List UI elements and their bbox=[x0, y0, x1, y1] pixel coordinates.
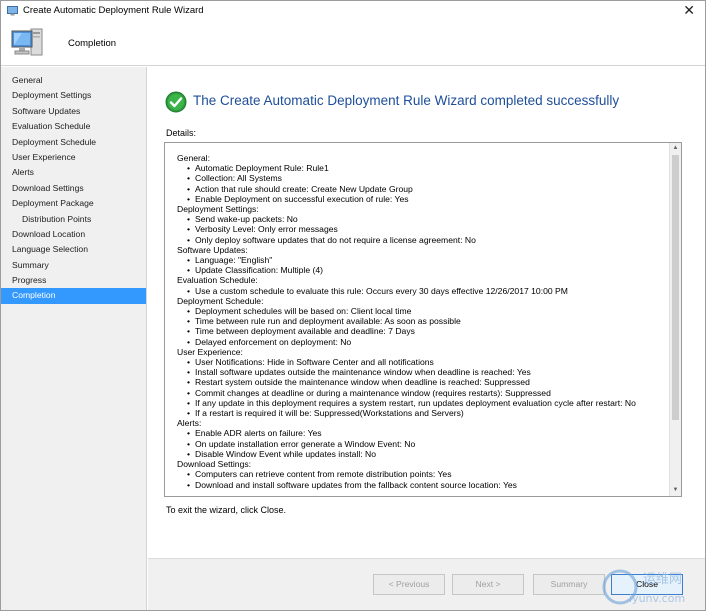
sidebar-item-general[interactable]: General bbox=[1, 73, 146, 88]
next-button[interactable]: Next > bbox=[452, 574, 524, 595]
details-item: If a restart is required it will be: Sup… bbox=[165, 408, 670, 418]
details-label: Details: bbox=[166, 128, 197, 138]
title-bar: Create Automatic Deployment Rule Wizard … bbox=[1, 1, 705, 21]
wizard-footer: < Previous Next > Summary Close bbox=[148, 558, 705, 610]
window-close-button[interactable]: ✕ bbox=[683, 3, 695, 17]
sidebar-item-software-updates[interactable]: Software Updates bbox=[1, 104, 146, 119]
sidebar-item-download-settings[interactable]: Download Settings bbox=[1, 181, 146, 196]
sidebar-item-language-selection[interactable]: Language Selection bbox=[1, 242, 146, 257]
sidebar-item-deployment-package[interactable]: Deployment Package bbox=[1, 196, 146, 211]
details-textbox[interactable]: General:Automatic Deployment Rule: Rule1… bbox=[164, 142, 682, 497]
details-section-heading: Evaluation Schedule: bbox=[177, 275, 258, 286]
details-section-heading: Software Updates: bbox=[177, 244, 248, 255]
details-item: Send wake-up packets: No bbox=[165, 214, 670, 224]
details-item: Disable Window Event while updates insta… bbox=[165, 449, 670, 459]
details-section-heading: General: bbox=[177, 153, 210, 163]
wizard-header: Completion bbox=[1, 21, 705, 66]
details-item: Install software updates outside the mai… bbox=[165, 367, 670, 377]
details-item: Update Classification: Multiple (4) bbox=[165, 265, 670, 275]
computer-app-icon bbox=[7, 6, 18, 16]
details-section-heading: Download Settings: bbox=[177, 459, 252, 470]
details-item: Collection: All Systems bbox=[165, 173, 670, 183]
details-item: Enable ADR alerts on failure: Yes bbox=[165, 428, 670, 438]
details-item: Verbosity Level: Only error messages bbox=[165, 224, 670, 234]
details-item: Computers can retrieve content from remo… bbox=[165, 469, 670, 479]
details-item: On update installation error generate a … bbox=[165, 439, 670, 449]
sidebar-item-alerts[interactable]: Alerts bbox=[1, 165, 146, 180]
details-item: If any update in this deployment require… bbox=[165, 398, 670, 408]
details-item: Enable Deployment on successful executio… bbox=[165, 194, 670, 204]
details-item: Only deploy software updates that do not… bbox=[165, 235, 670, 245]
previous-button[interactable]: < Previous bbox=[373, 574, 445, 595]
details-item: Restart system outside the maintenance w… bbox=[165, 377, 670, 387]
details-item: User Notifications: Hide in Software Cen… bbox=[165, 357, 670, 367]
sidebar-item-download-location[interactable]: Download Location bbox=[1, 227, 146, 242]
sidebar-item-deployment-settings[interactable]: Deployment Settings bbox=[1, 88, 146, 103]
summary-button[interactable]: Summary bbox=[533, 574, 605, 595]
details-item: Automatic Deployment Rule: Rule1 bbox=[165, 163, 670, 173]
sidebar-item-evaluation-schedule[interactable]: Evaluation Schedule bbox=[1, 119, 146, 134]
wizard-sidebar: General Deployment Settings Software Upd… bbox=[1, 67, 147, 610]
window-title: Create Automatic Deployment Rule Wizard bbox=[23, 5, 204, 16]
details-scrollbar[interactable]: ▲ ▼ bbox=[669, 143, 681, 496]
details-content: General:Automatic Deployment Rule: Rule1… bbox=[165, 153, 670, 490]
sidebar-item-progress[interactable]: Progress bbox=[1, 273, 146, 288]
wizard-window: Create Automatic Deployment Rule Wizard … bbox=[0, 0, 706, 611]
success-message: The Create Automatic Deployment Rule Wiz… bbox=[193, 93, 620, 108]
details-item: Action that rule should create: Create N… bbox=[165, 184, 670, 194]
details-item: Deployment schedules will be based on: C… bbox=[165, 306, 670, 316]
sidebar-item-completion[interactable]: Completion bbox=[1, 288, 146, 304]
checkmark-icon bbox=[165, 91, 187, 113]
details-item: Download and install software updates fr… bbox=[165, 480, 670, 490]
page-heading: Completion bbox=[68, 38, 117, 49]
details-section-heading: User Experience: bbox=[177, 346, 243, 357]
details-item: Time between deployment available and de… bbox=[165, 326, 670, 336]
scroll-thumb[interactable] bbox=[672, 155, 679, 420]
close-button[interactable]: Close bbox=[611, 574, 683, 595]
scroll-up-arrow-icon[interactable]: ▲ bbox=[670, 143, 681, 154]
details-section-heading: Alerts: bbox=[177, 418, 202, 429]
details-item: Commit changes at deadline or during a m… bbox=[165, 388, 670, 398]
details-item: Delayed enforcement on deployment: No bbox=[165, 337, 670, 347]
sidebar-item-distribution-points[interactable]: Distribution Points bbox=[1, 212, 146, 227]
scroll-down-arrow-icon[interactable]: ▼ bbox=[670, 485, 681, 496]
content-pane: The Create Automatic Deployment Rule Wiz… bbox=[148, 67, 705, 557]
sidebar-item-user-experience[interactable]: User Experience bbox=[1, 150, 146, 165]
details-section-heading: Deployment Settings: bbox=[177, 204, 259, 215]
details-section-heading: Deployment Schedule: bbox=[177, 295, 264, 306]
details-item: Time between rule run and deployment ava… bbox=[165, 316, 670, 326]
computer-icon bbox=[11, 28, 43, 56]
details-item: Use a custom schedule to evaluate this r… bbox=[165, 286, 670, 296]
sidebar-item-deployment-schedule[interactable]: Deployment Schedule bbox=[1, 135, 146, 150]
exit-instruction: To exit the wizard, click Close. bbox=[166, 505, 287, 515]
sidebar-item-summary[interactable]: Summary bbox=[1, 258, 146, 273]
details-item: Language: "English" bbox=[165, 255, 670, 265]
